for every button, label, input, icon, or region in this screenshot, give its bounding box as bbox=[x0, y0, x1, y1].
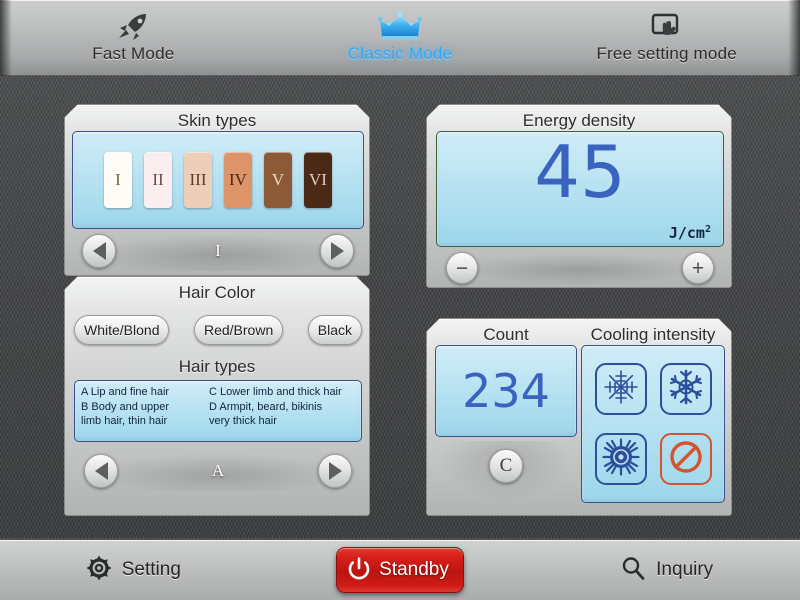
energy-density-unit: J/cm2 bbox=[669, 224, 711, 242]
hair-type-d-text: D Armpit, beard, bikinis very thick hair bbox=[209, 401, 323, 427]
hair-color-black-button[interactable]: Black bbox=[308, 315, 362, 345]
setting-button[interactable]: Setting bbox=[0, 555, 267, 586]
energy-density-title: Energy density bbox=[522, 111, 636, 130]
skin-swatch-6-label: VI bbox=[309, 170, 327, 189]
snowflake-medium-icon bbox=[666, 367, 706, 412]
power-icon bbox=[347, 556, 371, 585]
skin-swatch-5[interactable]: V bbox=[264, 152, 292, 208]
tab-fast-mode-label: Fast Mode bbox=[92, 44, 175, 63]
energy-density-panel: Energy density 45 J/cm2 − + bbox=[426, 104, 732, 288]
skin-swatch-4-label: IV bbox=[229, 170, 247, 189]
mode-tab-bar: Fast Mode Classic Mode Free setting mode bbox=[0, 0, 800, 76]
tab-classic-mode[interactable]: Classic Mode bbox=[267, 0, 534, 75]
energy-density-controls: − + bbox=[436, 251, 724, 285]
skin-swatch-1-label: I bbox=[115, 170, 121, 189]
skin-types-swatch-list: I II III IV V VI bbox=[72, 131, 364, 229]
energy-density-value: 45 bbox=[534, 130, 626, 214]
skin-prev-button[interactable] bbox=[82, 234, 116, 268]
skin-swatch-2[interactable]: II bbox=[144, 152, 172, 208]
hair-type-c-text: C Lower limb and thick hair bbox=[209, 386, 342, 398]
hair-type-b-text: B Body and upper limb hair, thin hair bbox=[81, 401, 170, 427]
skin-types-navigation: I bbox=[72, 231, 364, 271]
tab-free-setting-mode[interactable]: Free setting mode bbox=[533, 0, 800, 75]
hair-color-title: Hair Color bbox=[178, 283, 256, 302]
energy-density-unit-base: J/cm bbox=[668, 224, 705, 242]
skin-types-panel: Skin types I II III IV V VI I bbox=[64, 104, 370, 276]
energy-increase-button[interactable]: + bbox=[682, 252, 714, 284]
energy-density-unit-exponent: 2 bbox=[704, 224, 711, 235]
cooling-medium-button[interactable] bbox=[660, 363, 712, 415]
hair-color-white-blond-button[interactable]: White/Blond bbox=[74, 315, 169, 345]
hair-panel: Hair Color White/Blond Red/Brown Black H… bbox=[64, 276, 370, 516]
hair-types-navigation: A bbox=[74, 451, 362, 491]
skin-types-title: Skin types bbox=[177, 111, 257, 130]
inquiry-button[interactable]: Inquiry bbox=[533, 555, 800, 586]
skin-swatch-5-label: V bbox=[271, 170, 285, 189]
cooling-intensity-title: Cooling intensity bbox=[590, 325, 716, 344]
cooling-intensity-options bbox=[581, 345, 725, 503]
count-cooling-panel: Count Cooling intensity 234 C bbox=[426, 318, 732, 516]
tab-fast-mode[interactable]: Fast Mode bbox=[0, 0, 267, 75]
skin-swatch-3-label: III bbox=[189, 170, 207, 189]
count-title: Count bbox=[483, 325, 529, 344]
search-icon bbox=[620, 555, 646, 586]
snowflake-low-icon bbox=[601, 367, 641, 412]
tab-free-setting-mode-label: Free setting mode bbox=[596, 44, 737, 63]
hair-types-legend: A Lip and fine hair C Lower limb and thi… bbox=[74, 380, 362, 442]
prohibited-icon bbox=[667, 438, 705, 481]
bottom-action-bar: Setting Standby Inquiry bbox=[0, 538, 800, 600]
standby-button[interactable]: Standby bbox=[336, 547, 464, 593]
skin-swatch-2-label: II bbox=[152, 170, 164, 189]
snowflake-high-icon bbox=[601, 437, 641, 482]
energy-decrease-button[interactable]: − bbox=[446, 252, 478, 284]
standby-cell: Standby bbox=[267, 547, 534, 593]
hair-color-options: White/Blond Red/Brown Black bbox=[74, 315, 362, 345]
hair-color-black-label: Black bbox=[317, 322, 352, 338]
standby-label: Standby bbox=[379, 559, 449, 580]
chevron-left-icon bbox=[95, 462, 108, 480]
gear-icon bbox=[86, 555, 112, 586]
hair-color-red-brown-label: Red/Brown bbox=[203, 322, 274, 338]
count-controls: C bbox=[435, 441, 577, 503]
hair-next-button[interactable] bbox=[318, 454, 352, 488]
device-screen: Fast Mode Classic Mode Free setting mode… bbox=[0, 0, 800, 600]
minus-icon: − bbox=[455, 256, 469, 280]
chevron-right-icon bbox=[329, 462, 342, 480]
energy-density-display: 45 J/cm2 bbox=[436, 131, 724, 247]
count-value: 234 bbox=[462, 364, 550, 418]
cooling-off-button[interactable] bbox=[660, 433, 712, 485]
chevron-left-icon bbox=[93, 242, 106, 260]
inquiry-label: Inquiry bbox=[656, 559, 714, 580]
touch-screen-icon bbox=[650, 11, 684, 41]
count-clear-label: C bbox=[499, 455, 513, 476]
skin-swatch-6[interactable]: VI bbox=[304, 152, 332, 208]
skin-swatch-4[interactable]: IV bbox=[224, 152, 252, 208]
tab-classic-mode-label: Classic Mode bbox=[347, 44, 453, 63]
skin-swatch-3[interactable]: III bbox=[184, 152, 212, 208]
count-display: 234 bbox=[435, 345, 577, 437]
plus-icon: + bbox=[691, 256, 705, 280]
hair-prev-button[interactable] bbox=[84, 454, 118, 488]
hair-color-white-blond-label: White/Blond bbox=[84, 322, 160, 338]
hair-type-a-text: A Lip and fine hair bbox=[81, 386, 170, 398]
hair-color-red-brown-button[interactable]: Red/Brown bbox=[194, 315, 283, 345]
skin-swatch-1[interactable]: I bbox=[104, 152, 132, 208]
cooling-high-button[interactable] bbox=[595, 433, 647, 485]
skin-next-button[interactable] bbox=[320, 234, 354, 268]
rocket-icon bbox=[116, 11, 150, 41]
crown-icon bbox=[377, 11, 423, 41]
hair-types-title: Hair types bbox=[178, 357, 256, 376]
count-clear-button[interactable]: C bbox=[489, 449, 523, 483]
setting-label: Setting bbox=[121, 559, 181, 580]
cooling-low-button[interactable] bbox=[595, 363, 647, 415]
chevron-right-icon bbox=[331, 242, 344, 260]
